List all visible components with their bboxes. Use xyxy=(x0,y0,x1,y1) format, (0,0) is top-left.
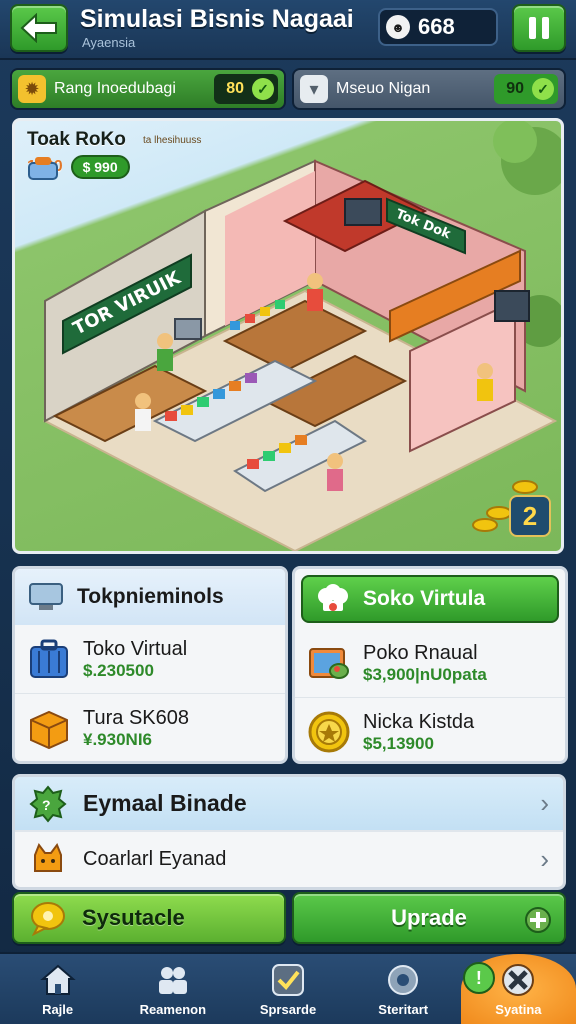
item-name: Toko Virtual xyxy=(83,638,188,660)
nav-item-reamenon[interactable]: Reamenon xyxy=(115,954,230,1024)
panel-left-header[interactable]: Tokpnieminols xyxy=(15,569,285,625)
panel-right: Soko Virtula Poko Rnaual $3,900|nU0pata … xyxy=(292,566,568,764)
option-list: ? Eymaal Binade › Coarlarl Eyanad › xyxy=(12,774,566,890)
coin-counter: ☻ 668 xyxy=(378,8,498,46)
coin-icon: ☻ xyxy=(386,15,410,39)
picture-icon xyxy=(309,648,349,679)
nav-label: Sprsarde xyxy=(259,1001,317,1017)
store-name: Toak RoKo xyxy=(27,129,126,150)
nav-item-steritart[interactable]: Steritart xyxy=(346,954,461,1024)
computer-icon xyxy=(29,583,63,610)
item-price: $3,900|nU0pata xyxy=(363,665,487,684)
check-icon: ✓ xyxy=(252,78,274,100)
box-icon xyxy=(30,710,68,749)
list-item-label: Coarlarl Eyanad xyxy=(83,848,227,870)
app-subtitle: Ayaensia xyxy=(82,35,136,50)
bottom-nav: Rajle Reamenon Sprsarde Steritart ! Syat… xyxy=(0,952,576,1024)
gear-coin-icon: ✹ xyxy=(18,75,46,103)
people-icon xyxy=(158,966,187,994)
store-stats: 1960 $ 990 xyxy=(27,155,130,180)
list-item[interactable]: Nicka Kistda $5,13900 xyxy=(295,697,565,761)
sysutacle-label: Sysutacle xyxy=(82,905,185,930)
puzzle-icon: ? xyxy=(29,784,67,823)
check-icon: ✓ xyxy=(532,78,554,100)
item-name: Tura SK608 xyxy=(83,706,189,729)
basket-icon xyxy=(28,157,58,180)
home-icon xyxy=(39,964,76,995)
gold-coin-icon xyxy=(308,711,350,752)
tools-icon xyxy=(502,963,535,996)
back-button[interactable] xyxy=(10,4,68,52)
item-name: Nicka Kistda xyxy=(363,710,475,733)
sysutacle-button[interactable]: Sysutacle xyxy=(12,892,286,944)
resource-left-value: 80 xyxy=(226,80,244,97)
nav-label: Rajle xyxy=(42,1001,74,1017)
nav-item-sprsarde[interactable]: Sprsarde xyxy=(230,954,345,1024)
chef-hat-icon xyxy=(318,584,348,611)
app-title: Simulasi Bisnis Nagaai xyxy=(80,5,354,33)
nav-label: Steritart xyxy=(378,1001,429,1017)
store-illustration: TOR VIRUIK Tok Dok xyxy=(42,121,561,551)
resource-right-chip: 90 ✓ xyxy=(494,74,558,104)
panel-left: Tokpnieminols Toko Virtual $.230500 Tura… xyxy=(12,566,288,764)
nav-item-rajle[interactable]: Rajle xyxy=(0,954,115,1024)
upgrade-button[interactable]: Uprade xyxy=(292,892,566,944)
nav-label: Reamenon xyxy=(139,1001,207,1017)
item-price: $.230500 xyxy=(83,661,154,680)
chevron-right-icon: › xyxy=(540,788,549,818)
suitcase-icon xyxy=(30,639,68,678)
check-shield-icon xyxy=(272,963,304,996)
bucket-icon: ▾ xyxy=(300,75,328,103)
settings-badge-icon xyxy=(388,964,419,995)
pause-icon xyxy=(529,17,536,39)
nav-label: Syatina xyxy=(495,1001,542,1017)
list-item[interactable]: Toko Virtual $.230500 xyxy=(15,625,285,693)
resource-left-chip: 80 ✓ xyxy=(214,74,278,104)
resource-bar-left[interactable]: ✹ Rang Inoedubagi 80 ✓ xyxy=(10,68,286,110)
notice-badge: ! xyxy=(462,962,495,994)
resource-bar-right[interactable]: ▾ Mseuo Nigan 90 ✓ xyxy=(292,68,566,110)
cat-icon xyxy=(34,842,62,872)
gear-plus-icon xyxy=(525,907,551,933)
speech-bubble-icon xyxy=(31,902,65,936)
resource-left-label: Rang Inoedubagi xyxy=(54,80,176,97)
panel-left-title: Tokpnieminols xyxy=(77,585,224,608)
pause-button[interactable] xyxy=(512,4,566,52)
list-item[interactable]: Coarlarl Eyanad › xyxy=(15,832,563,887)
arrow-left-icon xyxy=(20,13,57,43)
item-price: $5,13900 xyxy=(363,733,434,753)
list-item[interactable]: Poko Rnaual $3,900|nU0pata xyxy=(295,629,565,697)
coin-value: 668 xyxy=(418,14,455,39)
nav-item-syatina[interactable]: ! Syatina xyxy=(460,954,576,1024)
level-badge[interactable]: 2 xyxy=(509,495,551,537)
store-scene[interactable]: TOR VIRUIK Tok Dok Toak RoKo ta lhesihuu… xyxy=(12,118,564,554)
upgrade-label: Uprade xyxy=(391,905,467,930)
list-item-label: Eymaal Binade xyxy=(83,790,247,816)
resource-right-value: 90 xyxy=(506,80,524,97)
store-small-label: ta lhesihuuss xyxy=(143,135,202,146)
item-name: Poko Rnaual xyxy=(363,642,478,664)
panel-right-title: Soko Virtula xyxy=(363,587,486,610)
top-bar: Simulasi Bisnis Nagaai Ayaensia ☻ 668 xyxy=(0,0,576,60)
store-money: $ 990 xyxy=(70,155,130,179)
chevron-right-icon: › xyxy=(540,844,549,874)
list-item[interactable]: Tura SK608 ¥.930NI6 xyxy=(15,693,285,761)
svg-text:?: ? xyxy=(42,797,51,813)
panel-right-header[interactable]: Soko Virtula xyxy=(301,575,559,623)
resource-right-label: Mseuo Nigan xyxy=(336,80,431,97)
list-item[interactable]: ? Eymaal Binade › xyxy=(15,777,563,832)
item-price: ¥.930NI6 xyxy=(83,729,152,749)
